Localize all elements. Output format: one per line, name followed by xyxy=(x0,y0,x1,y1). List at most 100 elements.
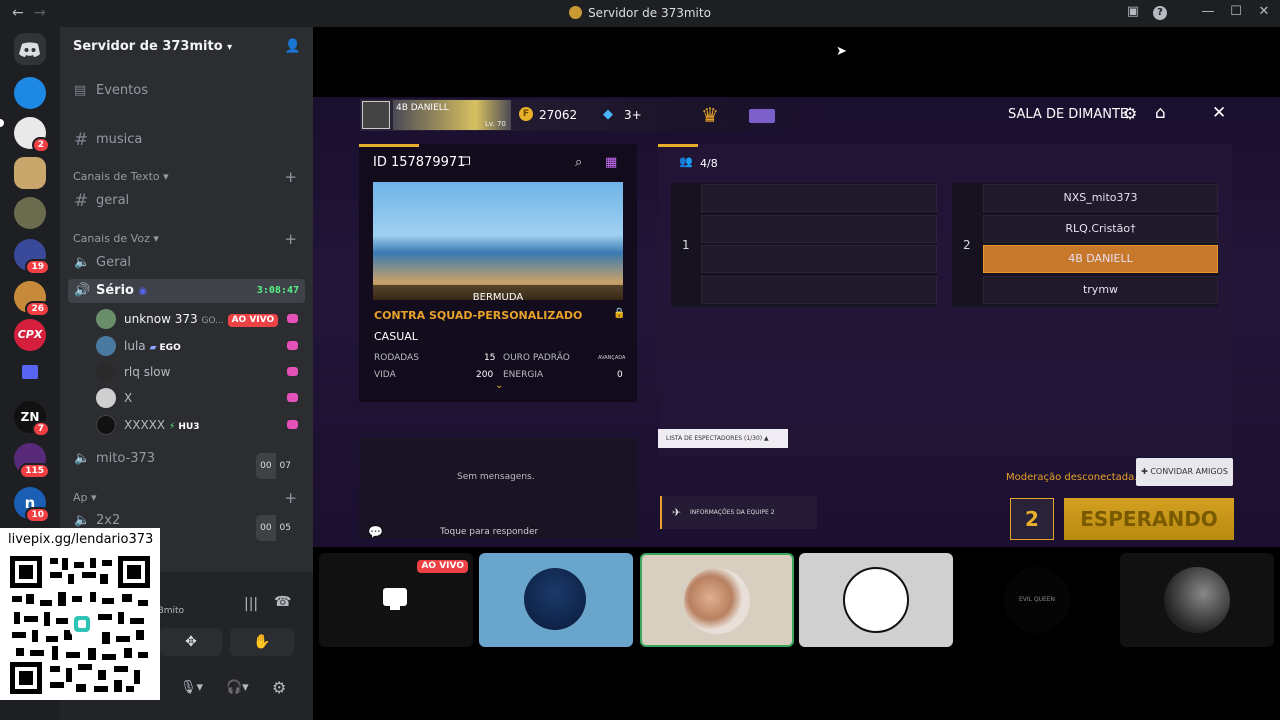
moderation-status: Moderação desconectada. xyxy=(1006,472,1138,483)
folder-icon[interactable] xyxy=(22,365,38,379)
microphone-icon[interactable]: 🎙▾ xyxy=(180,680,203,695)
calendar-icon: ▤ xyxy=(74,83,87,98)
category-ap[interactable]: Ap ▾ xyxy=(73,491,97,504)
badge: 26 xyxy=(25,301,50,317)
copy-icon[interactable]: ❐ xyxy=(461,155,471,168)
user-name: rlq slow xyxy=(124,365,171,379)
voice-user[interactable]: XXXXX ⚡ HU3 xyxy=(96,414,306,436)
home-icon[interactable]: ⌂ xyxy=(1155,103,1166,123)
stream-tile-user[interactable] xyxy=(1120,553,1274,647)
team-2-player-slot-self[interactable]: 4B DANIELL xyxy=(983,245,1218,273)
server-n[interactable]: n 10 xyxy=(14,487,50,523)
team-1-slot[interactable] xyxy=(701,184,937,212)
settings-gear-icon[interactable]: ⚙ xyxy=(272,678,286,697)
squad-size-icon[interactable]: 2 xyxy=(1010,498,1054,540)
team-1-slot[interactable] xyxy=(701,245,937,273)
team-2-player-slot[interactable]: RLQ.Cristão† xyxy=(983,215,1218,243)
disconnect-icon[interactable]: ☎ xyxy=(274,594,291,610)
discord-home-icon[interactable] xyxy=(14,33,46,65)
events-item[interactable]: ▤ Eventos xyxy=(68,79,305,103)
stream-icon xyxy=(287,314,298,323)
category-text[interactable]: Canais de Texto ▾ xyxy=(73,170,169,183)
noise-suppression-icon[interactable]: ||| xyxy=(244,596,258,612)
stream-tile-user[interactable] xyxy=(799,553,953,647)
inbox-icon[interactable]: ▣ xyxy=(1124,4,1142,19)
invite-friends-button[interactable]: ✚ CONVIDAR AMIGOS xyxy=(1136,458,1233,486)
badge: 10 xyxy=(25,507,50,523)
reply-input[interactable]: Toque para responder xyxy=(440,527,538,537)
pass-icon[interactable] xyxy=(749,109,775,123)
server-avatar-6[interactable]: 115 xyxy=(14,443,50,479)
category-voice[interactable]: Canais de Voz ▾ xyxy=(73,232,159,245)
voice-channel-serio[interactable]: 🔊 Sério ◉ 3:08:47 xyxy=(68,279,305,303)
stream-tile-user[interactable] xyxy=(479,553,633,647)
voice-user[interactable]: rlq slow xyxy=(96,361,306,383)
voice-user[interactable]: X xyxy=(96,387,306,409)
close-button[interactable]: ✕ xyxy=(1255,4,1273,19)
maximize-button[interactable]: ☐ xyxy=(1227,4,1245,19)
voice-user[interactable]: lula ▰ EGO xyxy=(96,335,306,357)
server-b[interactable] xyxy=(14,77,46,109)
server-zn[interactable]: ZN 7 xyxy=(14,401,50,437)
speaker-icon: 🔈 xyxy=(74,451,91,466)
waiting-button[interactable]: ESPERANDO xyxy=(1064,498,1234,540)
diamond-icon: ◆ xyxy=(603,107,613,122)
server-avatar-4[interactable]: 19 xyxy=(14,239,50,275)
add-channel-icon[interactable]: + xyxy=(284,489,297,507)
map-name: BERMUDA xyxy=(472,292,524,303)
minimize-button[interactable]: — xyxy=(1199,4,1217,19)
mouse-cursor-icon: ➤ xyxy=(836,44,847,59)
stream-tile-speaking[interactable] xyxy=(640,553,794,647)
search-room-icon[interactable]: ⌕ xyxy=(575,155,582,170)
gold-coin-icon: F xyxy=(519,107,533,121)
clan-tag: ⚡ HU3 xyxy=(168,422,200,432)
stream-tile-user[interactable]: EVIL QUEEN xyxy=(960,553,1114,647)
user-count: 00 05 xyxy=(256,515,295,541)
server-name-header[interactable]: Servidor de 373mito ▾ xyxy=(73,39,232,54)
server-avatar-5[interactable]: 26 xyxy=(14,281,50,317)
advanced-label: AVANÇADA xyxy=(598,355,626,361)
qr-room-icon[interactable]: ▦ xyxy=(605,155,617,170)
team-1-slot[interactable] xyxy=(701,276,937,304)
map-preview-image[interactable] xyxy=(373,182,623,300)
expand-chevron-icon[interactable]: ⌄ xyxy=(495,380,503,391)
chat-icon[interactable]: 💬 xyxy=(368,525,383,539)
monitor-stand xyxy=(390,606,400,610)
invite-label: CONVIDAR AMIGOS xyxy=(1150,467,1228,476)
team-2-player-slot[interactable]: trymw xyxy=(983,276,1218,304)
game-mode: CONTRA SQUAD-PERSONALIZADO xyxy=(374,309,583,322)
channel-musica[interactable]: # musica xyxy=(68,128,305,152)
voice-channel-geral[interactable]: 🔈 Geral xyxy=(68,251,305,275)
spectators-button[interactable]: LISTA DE ESPECTADORES (1/30) ▲ xyxy=(658,429,788,448)
team-2-player-slot[interactable]: NXS_mito373 xyxy=(983,184,1218,212)
server-icon xyxy=(569,6,583,19)
user-name: XXXXX xyxy=(124,418,166,432)
stream-icon xyxy=(287,420,298,429)
headphones-icon[interactable]: 🎧▾ xyxy=(226,680,249,695)
stat-label: RODADAS xyxy=(374,353,419,363)
add-member-icon[interactable]: 👤 xyxy=(285,39,301,54)
add-channel-icon[interactable]: + xyxy=(284,168,297,186)
room-settings-icon[interactable]: ⚙ xyxy=(1123,104,1137,123)
channel-geral[interactable]: # geral xyxy=(68,189,305,213)
avatar xyxy=(96,415,116,435)
voice-channel-mito[interactable]: 🔈 mito-373 00 07 xyxy=(68,447,305,479)
voice-user[interactable]: unknow 373 GO... AO VIVO xyxy=(96,308,306,330)
stream-icon xyxy=(287,367,298,376)
server-cpx[interactable]: CPX xyxy=(14,319,46,351)
stat-value: 200 xyxy=(476,370,494,380)
server-avatar-2[interactable] xyxy=(14,157,46,189)
add-channel-icon[interactable]: + xyxy=(284,230,297,248)
activities-button[interactable]: ✥ xyxy=(160,628,222,656)
stream-tile-screen[interactable]: AO VIVO xyxy=(319,553,473,647)
stat-label: OURO PADRÃO xyxy=(503,353,570,363)
server-avatar-1[interactable]: 2 xyxy=(14,117,50,153)
activity-icon: ◉ xyxy=(138,286,148,297)
soundboard-button[interactable]: ✋ xyxy=(230,628,294,656)
close-room-icon[interactable]: ✕ xyxy=(1212,103,1226,123)
badge: 7 xyxy=(31,421,50,437)
help-icon[interactable]: ? xyxy=(1153,6,1167,20)
server-avatar-3[interactable] xyxy=(14,197,46,229)
team-info-button[interactable]: ✈ INFORMAÇÕES DA EQUIPE 2 xyxy=(660,496,817,529)
team-1-slot[interactable] xyxy=(701,215,937,243)
